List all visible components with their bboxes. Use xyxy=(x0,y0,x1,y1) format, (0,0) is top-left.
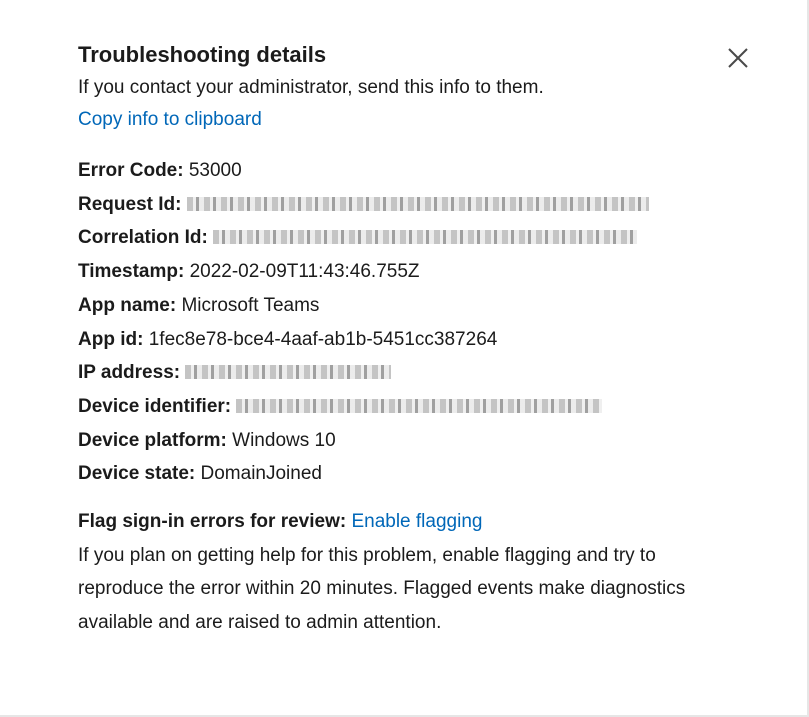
detail-correlation-id: Correlation Id: xyxy=(78,221,758,255)
dialog-title: Troubleshooting details xyxy=(78,42,327,67)
detail-value: 1fec8e78-bce4-4aaf-ab1b-5451cc387264 xyxy=(148,328,498,350)
flag-signin-section: Flag sign-in errors for review: Enable f… xyxy=(78,505,758,539)
enable-flagging-link[interactable]: Enable flagging xyxy=(351,511,482,532)
detail-value: Windows 10 xyxy=(232,429,336,451)
detail-label: App id: xyxy=(78,328,144,350)
detail-value: DomainJoined xyxy=(200,463,322,485)
detail-app-id: App id: 1fec8e78-bce4-4aaf-ab1b-5451cc38… xyxy=(78,323,758,357)
detail-value: 2022-02-09T11:43:46.755Z xyxy=(189,261,420,283)
dialog-subtitle: If you contact your administrator, send … xyxy=(78,77,544,98)
detail-device-platform: Device platform: Windows 10 xyxy=(78,424,758,458)
detail-device-state: Device state: DomainJoined xyxy=(78,457,758,491)
redacted-value xyxy=(213,230,638,245)
details-list: Error Code: 53000 Request Id: Correlatio… xyxy=(78,154,758,491)
flag-label: Flag sign-in errors for review: xyxy=(78,511,347,533)
detail-ip-address: IP address: xyxy=(78,356,758,390)
detail-value: Microsoft Teams xyxy=(181,294,320,316)
detail-error-code: Error Code: 53000 xyxy=(78,154,758,188)
detail-label: App name: xyxy=(78,294,177,316)
detail-label: IP address: xyxy=(78,362,181,384)
panel-content: Troubleshooting details If you contact y… xyxy=(78,40,758,640)
redacted-value xyxy=(236,398,603,413)
detail-label: Error Code: xyxy=(78,160,184,181)
troubleshooting-panel: Troubleshooting details If you contact y… xyxy=(0,0,809,717)
detail-label: Request Id: xyxy=(78,193,182,215)
detail-label: Correlation Id: xyxy=(78,227,208,249)
detail-app-name: App name: Microsoft Teams xyxy=(78,289,758,323)
detail-label: Timestamp: xyxy=(78,261,185,283)
copy-info-link[interactable]: Copy info to clipboard xyxy=(78,108,262,132)
detail-device-identifier: Device identifier: xyxy=(78,390,758,424)
redacted-value xyxy=(185,365,392,380)
redacted-value xyxy=(186,196,649,211)
detail-label: Device platform: xyxy=(78,429,227,451)
flagging-help-text: If you plan on getting help for this pro… xyxy=(78,544,686,634)
detail-request-id: Request Id: xyxy=(78,188,758,222)
detail-value: 53000 xyxy=(188,160,242,181)
detail-timestamp: Timestamp: 2022-02-09T11:43:46.755Z xyxy=(78,255,758,289)
detail-label: Device identifier: xyxy=(78,395,232,417)
detail-label: Device state: xyxy=(78,463,196,485)
